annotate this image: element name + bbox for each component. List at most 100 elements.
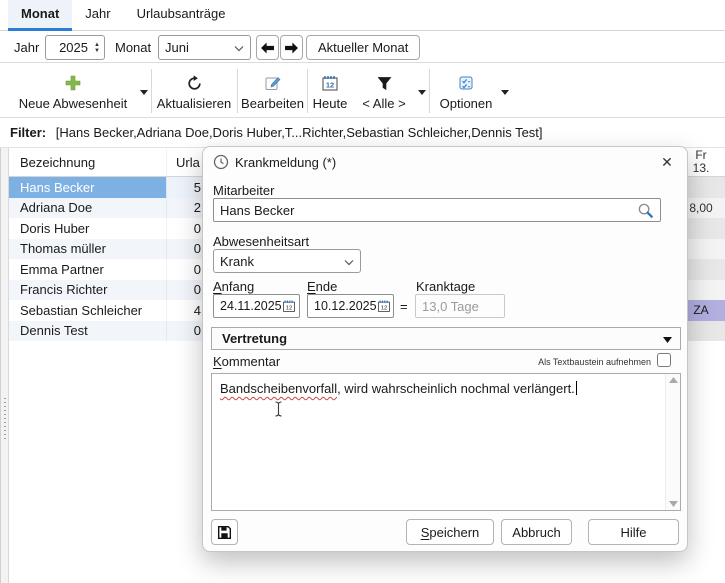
current-month-button[interactable]: Aktueller Monat [306,35,420,60]
toolbar-separator [237,69,238,113]
filter-scope-button[interactable]: < Alle > [353,67,415,114]
calendar-icon[interactable]: 12 [282,299,296,313]
tab-jahr[interactable]: Jahr [72,0,123,31]
krankmeldung-dialog: Krankmeldung (*) ✕ Mitarbeiter Hans Beck… [202,146,688,552]
year-label: Jahr [14,40,39,55]
vertretung-expander[interactable]: Vertretung [211,327,681,350]
kranktage-field: 13,0 Tage [415,294,505,318]
abwesenheitsart-select[interactable]: Krank [213,249,361,273]
vacation-value: 2 [166,198,203,219]
vacation-value: 4 [166,300,203,321]
ende-date-input[interactable]: 10.12.2025 12 [307,294,394,318]
kranktage-label: Kranktage [416,279,475,294]
employee-name: Adriana Doe [9,198,166,219]
tab-monat[interactable]: Monat [8,0,72,31]
search-icon[interactable] [637,202,654,222]
employee-name: Thomas müller [9,239,166,260]
arrow-left-icon [260,42,275,54]
tab-urlaubsantraege[interactable]: Urlaubsanträge [124,0,239,31]
text-caret [576,381,577,395]
filter-scope-label: < Alle > [362,96,405,111]
scroll-up-icon[interactable] [669,377,678,383]
toolbar-separator [429,69,430,113]
mitarbeiter-label: Mitarbeiter [213,183,274,198]
period-controls: Jahr 2025 ▲▼ Monat Juni Aktueller Monat [0,32,725,63]
anfang-label: Anfang [213,279,254,294]
options-checklist-icon [458,73,474,93]
options-dropdown-caret[interactable] [501,87,511,97]
chevron-down-icon [234,40,244,55]
main-tabbar: Monat Jahr Urlaubsanträge [0,0,725,31]
filter-value: [Hans Becker,Adriana Doe,Doris Huber,T..… [56,125,543,140]
edit-button[interactable]: Bearbeiten [240,67,305,114]
mitarbeiter-value: Hans Becker [220,203,294,218]
abwesenheitsart-label: Abwesenheitsart [213,234,309,249]
toolbar-separator [151,69,152,113]
new-absence-button[interactable]: Neue Abwesenheit [8,67,138,114]
abbruch-button[interactable]: Abbruch [501,519,572,545]
filter-scope-dropdown-caret[interactable] [418,87,428,97]
hilfe-button[interactable]: Hilfe [588,519,679,545]
month-select[interactable]: Juni [158,35,251,60]
refresh-label: Aktualisieren [157,96,231,111]
month-value: Juni [165,40,189,55]
toolbar: Neue Abwesenheit Aktualisieren Bearbeite… [0,63,725,118]
options-button[interactable]: Optionen [434,67,498,114]
year-value: 2025 [46,40,90,55]
vacation-value: 0 [166,259,203,280]
new-absence-label: Neue Abwesenheit [19,96,127,111]
textarea-scrollbar[interactable] [665,374,680,510]
next-month-button[interactable] [280,35,303,60]
splitter[interactable] [0,148,9,583]
anfang-date-input[interactable]: 24.11.2025 12 [213,294,300,318]
dialog-titlebar[interactable]: Krankmeldung (*) ✕ [203,147,687,177]
svg-text:12: 12 [326,81,334,90]
abwesenheitsart-value: Krank [220,254,254,269]
clock-icon [213,154,229,173]
close-icon[interactable]: ✕ [657,152,677,172]
header-bezeichnung[interactable]: Bezeichnung [9,148,166,176]
arrow-right-icon [284,42,299,54]
edit-icon [264,73,282,93]
header-urlaub-clipped[interactable]: Urla [166,148,203,176]
year-spinner-arrows[interactable]: ▲▼ [90,36,104,59]
year-spinner[interactable]: 2025 ▲▼ [45,35,105,60]
equals-sign: = [400,299,408,314]
options-label: Optionen [440,96,493,111]
today-label: Heute [313,96,348,111]
save-icon-button[interactable] [211,519,238,545]
kommentar-text: Bandscheibenvorfall, wird wahrscheinlich… [220,381,658,397]
textbaustein-label: Als Textbaustein aufnehmen [538,357,651,367]
calendar-icon[interactable]: 12 [377,299,391,313]
expander-caret-icon [663,331,672,346]
vacation-value: 0 [166,321,203,342]
plus-icon [64,73,82,93]
employee-name: Dennis Test [9,321,166,342]
ende-date-value: 10.12.2025 [314,299,377,313]
filter-label: Filter: [10,125,46,140]
mitarbeiter-input[interactable]: Hans Becker [213,198,661,222]
vertretung-label: Vertretung [222,331,287,346]
vacation-value: 0 [166,280,203,301]
ibeam-cursor-icon [273,401,284,420]
chevron-down-icon [344,254,354,269]
prev-month-button[interactable] [256,35,279,60]
kranktage-value: 13,0 Tage [422,299,479,314]
kommentar-textarea[interactable]: Bandscheibenvorfall, wird wahrscheinlich… [211,373,681,511]
employee-name: Emma Partner [9,259,166,280]
anfang-date-value: 24.11.2025 [220,299,282,313]
today-button[interactable]: 12 Heute [309,67,351,114]
speichern-button[interactable]: Speichern [406,519,494,545]
scroll-down-icon[interactable] [669,501,678,507]
month-label: Monat [115,40,151,55]
refresh-button[interactable]: Aktualisieren [154,67,234,114]
textbaustein-checkbox[interactable] [657,353,671,367]
kommentar-label: Kommentar [213,354,280,369]
dialog-title: Krankmeldung (*) [235,155,336,170]
new-absence-dropdown-caret[interactable] [140,87,150,97]
svg-text:12: 12 [380,306,386,312]
funnel-icon [376,73,393,93]
vacation-value: 0 [166,239,203,260]
vacation-value: 5 [166,177,203,198]
employee-name: Doris Huber [9,218,166,239]
